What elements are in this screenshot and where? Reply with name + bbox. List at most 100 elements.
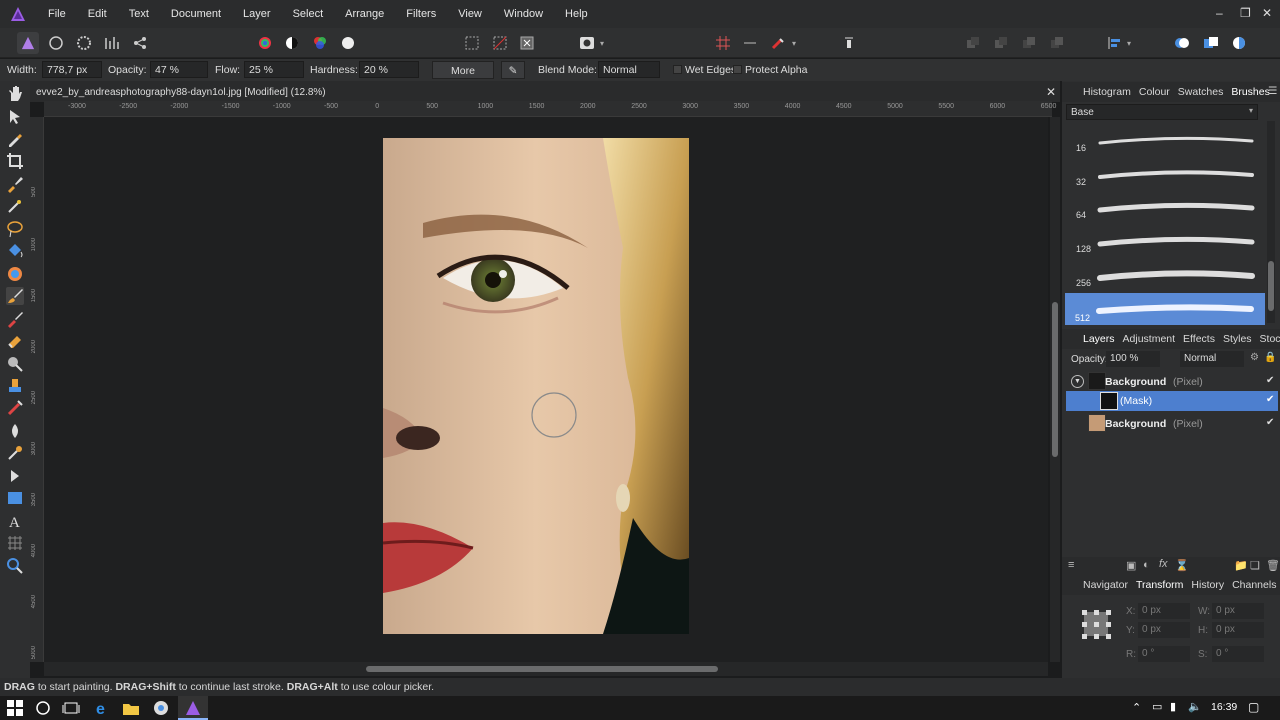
zoom-tool-icon[interactable] bbox=[6, 557, 24, 575]
tab-channels[interactable]: Channels bbox=[1228, 579, 1280, 591]
freehand-selection-icon[interactable] bbox=[6, 220, 24, 238]
boolean-subtract-icon[interactable] bbox=[1200, 32, 1222, 54]
windows-start-icon[interactable] bbox=[6, 699, 24, 717]
tab-history[interactable]: History bbox=[1187, 579, 1228, 591]
snapping-magnet-icon[interactable] bbox=[767, 32, 789, 54]
add-group-icon[interactable]: 📁 bbox=[1234, 559, 1248, 572]
order-backward-icon[interactable] bbox=[990, 32, 1012, 54]
boolean-add-icon[interactable] bbox=[1171, 32, 1193, 54]
delete-layer-icon[interactable]: 🗑 bbox=[1266, 559, 1280, 572]
tone-mapping-persona-icon[interactable] bbox=[101, 32, 123, 54]
action-center-icon[interactable]: ▢ bbox=[1248, 700, 1259, 714]
add-layer-icon[interactable]: ❏ bbox=[1250, 559, 1260, 572]
develop-persona-icon[interactable] bbox=[73, 32, 95, 54]
rectangle-tool-icon[interactable] bbox=[6, 489, 24, 507]
live-filter-icon[interactable]: ⌛ bbox=[1175, 559, 1189, 572]
tab-histogram[interactable]: Histogram bbox=[1079, 86, 1135, 98]
wet-edges-checkbox[interactable] bbox=[673, 65, 682, 74]
tray-battery-icon[interactable]: ▮ bbox=[1170, 700, 1176, 713]
r-field[interactable]: 0 ° bbox=[1138, 646, 1190, 662]
photo-persona-icon[interactable] bbox=[17, 32, 39, 54]
opacity-field[interactable]: 47 % bbox=[150, 61, 208, 78]
expand-triangle-icon[interactable]: ▼ bbox=[1071, 375, 1084, 388]
layer-row-mask-selected[interactable]: (Mask) ✔ bbox=[1066, 391, 1278, 411]
menu-select[interactable]: Select bbox=[285, 8, 338, 20]
selection-brush-icon[interactable] bbox=[6, 175, 24, 193]
tab-styles[interactable]: Styles bbox=[1219, 333, 1256, 345]
gradient-tool-icon[interactable] bbox=[6, 265, 24, 283]
brush-preset-256[interactable]: 256 bbox=[1066, 260, 1264, 292]
fill-tool-icon[interactable] bbox=[6, 242, 24, 260]
anchor-point-selector-icon[interactable] bbox=[1080, 608, 1112, 640]
task-view-icon[interactable] bbox=[62, 699, 80, 717]
tray-expand-icon[interactable]: ⌃ bbox=[1132, 701, 1141, 714]
mask-layer-icon[interactable]: ▣ bbox=[1126, 559, 1136, 572]
layer-visibility-checkbox[interactable]: ✔ bbox=[1266, 417, 1274, 428]
minimize-icon[interactable]: – bbox=[1216, 6, 1223, 20]
tab-colour[interactable]: Colour bbox=[1135, 86, 1174, 98]
width-field[interactable]: 778,7 px bbox=[42, 61, 102, 78]
fx-icon[interactable]: fx bbox=[1159, 558, 1168, 570]
view-tool-hand-icon[interactable] bbox=[6, 85, 24, 103]
edge-browser-icon[interactable]: e bbox=[94, 699, 112, 717]
auto-levels-icon[interactable] bbox=[254, 32, 276, 54]
menu-view[interactable]: View bbox=[450, 8, 496, 20]
s-field[interactable]: 0 ° bbox=[1212, 646, 1264, 662]
tab-effects[interactable]: Effects bbox=[1179, 333, 1219, 345]
snapping-lines-icon[interactable] bbox=[739, 32, 761, 54]
brush-preset-32[interactable]: 32 bbox=[1066, 159, 1264, 191]
alignment-icon[interactable] bbox=[1104, 32, 1126, 54]
quick-mask-icon[interactable] bbox=[576, 32, 598, 54]
layer-row-background-group[interactable]: ▼ Background (Pixel) ✔ bbox=[1066, 372, 1278, 392]
menu-help[interactable]: Help bbox=[557, 8, 602, 20]
flow-field[interactable]: 25 % bbox=[244, 61, 304, 78]
snapping-dropdown-icon[interactable]: ▾ bbox=[789, 32, 799, 54]
more-button[interactable]: More bbox=[432, 61, 494, 79]
tab-layers[interactable]: Layers bbox=[1079, 333, 1119, 345]
brush-settings-icon[interactable]: ✎ bbox=[501, 61, 525, 79]
horizontal-scroll-thumb[interactable] bbox=[366, 666, 718, 672]
text-tool-icon[interactable]: A bbox=[6, 512, 24, 530]
auto-colours-icon[interactable] bbox=[309, 32, 331, 54]
tab-brushes[interactable]: Brushes bbox=[1227, 86, 1274, 98]
vertical-scrollbar[interactable] bbox=[1050, 117, 1060, 662]
smudge-brush-icon[interactable] bbox=[6, 444, 24, 462]
export-persona-icon[interactable] bbox=[129, 32, 151, 54]
menu-document[interactable]: Document bbox=[163, 8, 235, 20]
w-field[interactable]: 0 px bbox=[1212, 603, 1264, 619]
tab-stock[interactable]: Stock bbox=[1256, 333, 1280, 345]
paint-brush-tool-icon[interactable] bbox=[6, 287, 24, 305]
adjustment-layer-icon[interactable]: ◐ bbox=[1143, 559, 1150, 571]
brush-preset-512-selected[interactable]: 512 bbox=[1065, 293, 1265, 325]
brush-category-select[interactable]: Base ▾ bbox=[1066, 104, 1258, 120]
order-front-icon[interactable] bbox=[1046, 32, 1068, 54]
tray-volume-icon[interactable]: 🔈 bbox=[1188, 700, 1202, 713]
invert-selection-icon[interactable] bbox=[516, 32, 538, 54]
vertical-scroll-thumb[interactable] bbox=[1052, 302, 1058, 457]
flood-select-icon[interactable] bbox=[6, 197, 24, 215]
layer-opacity-field[interactable]: 100 % bbox=[1106, 351, 1160, 367]
horizontal-scrollbar[interactable] bbox=[44, 662, 1048, 676]
menu-edit[interactable]: Edit bbox=[80, 8, 121, 20]
y-field[interactable]: 0 px bbox=[1138, 622, 1190, 638]
snapping-grid-icon[interactable] bbox=[712, 32, 734, 54]
deselect-icon[interactable] bbox=[489, 32, 511, 54]
file-explorer-icon[interactable] bbox=[122, 699, 140, 717]
layers-stack-icon[interactable]: ≡ bbox=[1068, 559, 1074, 571]
auto-contrast-icon[interactable] bbox=[281, 32, 303, 54]
quick-mask-dropdown-icon[interactable]: ▾ bbox=[597, 32, 607, 54]
align-top-icon[interactable] bbox=[838, 32, 860, 54]
pen-tool-icon[interactable] bbox=[6, 467, 24, 485]
tab-navigator[interactable]: Navigator bbox=[1079, 579, 1132, 591]
document-tab[interactable]: evve2_by_andreasphotography88-dayn1ol.jp… bbox=[30, 81, 1060, 102]
pixel-tool-icon[interactable] bbox=[6, 310, 24, 328]
photo-canvas-image[interactable] bbox=[383, 138, 689, 634]
dodge-brush-icon[interactable] bbox=[6, 355, 24, 373]
layer-visibility-checkbox[interactable]: ✔ bbox=[1266, 375, 1274, 386]
hardness-field[interactable]: 20 % bbox=[359, 61, 419, 78]
crop-tool-icon[interactable] bbox=[6, 152, 24, 170]
menu-text[interactable]: Text bbox=[121, 8, 163, 20]
taskbar-affinity-active[interactable] bbox=[178, 696, 208, 720]
blur-brush-icon[interactable] bbox=[6, 422, 24, 440]
menu-file[interactable]: File bbox=[40, 8, 80, 20]
